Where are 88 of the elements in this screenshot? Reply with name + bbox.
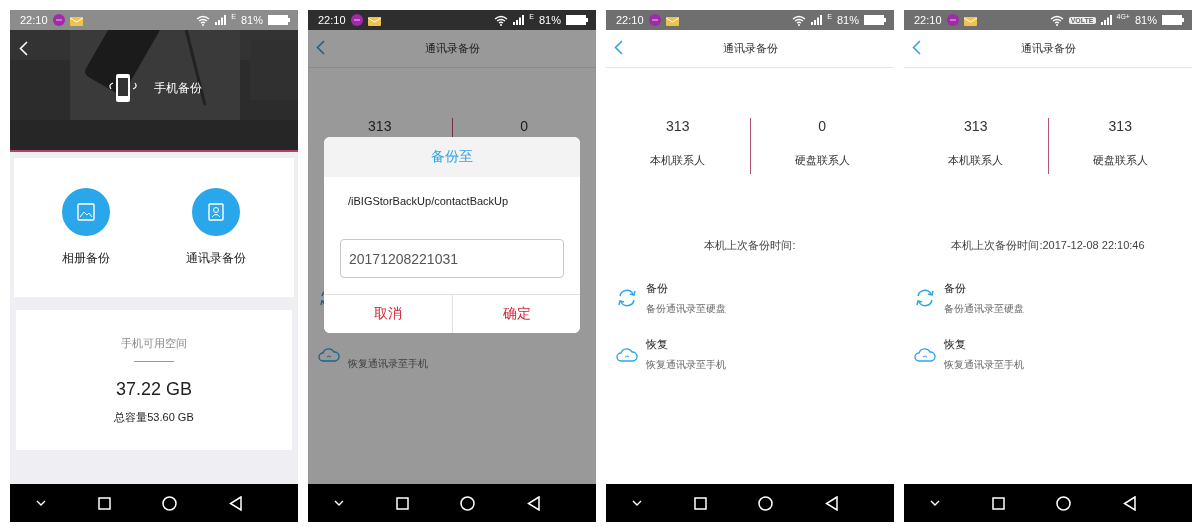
action-subtitle: 恢复通讯录至手机 <box>944 357 1024 372</box>
app-notification-icon <box>648 14 661 26</box>
mail-icon <box>367 14 381 26</box>
cloud-icon <box>914 346 936 362</box>
wifi-icon <box>494 14 509 26</box>
mail-icon <box>963 14 977 26</box>
chevron-down-icon[interactable] <box>631 500 642 506</box>
signal-icon <box>1100 15 1112 25</box>
image-icon <box>77 203 95 221</box>
battery-percent: 81% <box>538 14 561 26</box>
home-icon[interactable] <box>460 495 476 511</box>
signal-icon <box>215 15 227 25</box>
clock: 22:10 <box>616 14 644 26</box>
battery-icon <box>864 15 886 25</box>
action-subtitle: 恢复通讯录至手机 <box>646 357 726 372</box>
back-nav-icon[interactable] <box>1123 495 1137 511</box>
battery-icon <box>268 15 290 25</box>
recents-icon[interactable] <box>395 496 409 510</box>
last-backup-time: 本机上次备份时间: <box>704 239 796 251</box>
chevron-down-icon[interactable] <box>333 500 344 506</box>
clock: 22:10 <box>318 14 346 26</box>
signal-icon <box>811 15 823 25</box>
file-name-field[interactable]: 20171208221031 <box>340 239 564 278</box>
count-label: 本机联系人 <box>948 153 1004 168</box>
battery-percent: 81% <box>1134 14 1157 26</box>
action-title: 备份 <box>944 280 967 296</box>
page-title: 手机备份 <box>154 79 202 97</box>
action-subtitle: 恢复通讯录至手机 <box>348 356 428 371</box>
restore-row[interactable]: 恢复通讯录至手机 <box>318 338 596 370</box>
contacts-backup-button[interactable]: 通讯录备份 <box>186 188 246 267</box>
free-space: 37.22 GB <box>115 379 193 400</box>
contact-count: 313 <box>666 118 690 134</box>
back-nav-icon[interactable] <box>825 495 839 511</box>
app-notification-icon <box>52 14 65 26</box>
count-label: 本机联系人 <box>650 153 706 168</box>
wifi-icon <box>792 14 807 26</box>
page-title: 通讯录备份 <box>424 41 480 56</box>
action-subtitle: 备份通讯录至硬盘 <box>646 301 726 316</box>
action-title: 恢复 <box>646 336 669 352</box>
app-notification-icon <box>350 14 363 26</box>
clock: 22:10 <box>20 14 48 26</box>
contact-count: 313 <box>1108 118 1132 134</box>
contact-count: 313 <box>368 118 392 134</box>
backup-row[interactable]: 备份 备份通讯录至硬盘 <box>616 282 894 314</box>
recents-icon[interactable] <box>693 496 707 510</box>
back-nav-icon[interactable] <box>527 495 541 511</box>
contact-card-icon <box>207 203 225 221</box>
contact-count: 0 <box>520 118 529 134</box>
battery-icon <box>566 15 588 25</box>
clock: 22:10 <box>914 14 942 26</box>
chevron-down-icon[interactable] <box>929 500 940 506</box>
backup-row[interactable]: 备份 备份通讯录至硬盘 <box>914 282 1192 314</box>
total-capacity: 总容量53.60 GB <box>114 410 194 425</box>
wifi-icon <box>1049 14 1064 26</box>
last-backup-time: 本机上次备份时间:2017-12-08 22:10:46 <box>951 239 1145 251</box>
action-title: 备份 <box>646 280 669 296</box>
home-icon[interactable] <box>758 495 774 511</box>
cloud-icon <box>616 346 638 362</box>
back-nav-icon[interactable] <box>229 495 243 511</box>
cloud-icon <box>318 346 340 362</box>
recents-icon[interactable] <box>97 496 111 510</box>
dialog-title: 备份至 <box>324 137 580 177</box>
action-subtitle: 备份通讯录至硬盘 <box>944 301 1024 316</box>
battery-percent: 81% <box>240 14 263 26</box>
storage-label: 手机可用空间 <box>121 336 187 351</box>
page-title: 通讯录备份 <box>722 41 778 56</box>
recents-icon[interactable] <box>991 496 1005 510</box>
restore-row[interactable]: 恢复 恢复通讯录至手机 <box>616 338 894 370</box>
mail-icon <box>665 14 679 26</box>
home-icon[interactable] <box>1056 495 1072 511</box>
count-label: 硬盘联系人 <box>794 153 850 168</box>
mail-icon <box>69 14 83 26</box>
restore-row[interactable]: 恢复 恢复通讯录至手机 <box>914 338 1192 370</box>
action-title: 恢复 <box>944 336 967 352</box>
contact-count: 313 <box>964 118 988 134</box>
signal-icon <box>513 15 525 25</box>
backup-path: /iBIGStorBackUp/contactBackUp <box>348 195 509 207</box>
chevron-down-icon[interactable] <box>35 500 46 506</box>
battery-percent: 81% <box>836 14 859 26</box>
home-icon[interactable] <box>162 495 178 511</box>
battery-icon <box>1162 15 1184 25</box>
contact-count: 0 <box>818 118 827 134</box>
phone-sync-icon <box>106 73 140 103</box>
wifi-icon <box>196 14 211 26</box>
confirm-button[interactable]: 确定 <box>452 295 580 333</box>
page-title: 通讯录备份 <box>1020 41 1076 56</box>
count-label: 硬盘联系人 <box>1092 153 1148 168</box>
app-notification-icon <box>946 14 959 26</box>
